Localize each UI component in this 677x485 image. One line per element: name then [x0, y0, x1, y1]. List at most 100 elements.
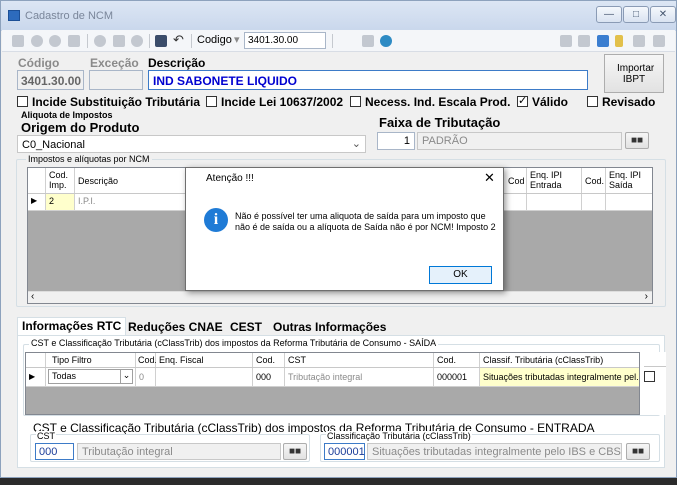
- excecao-field[interactable]: [89, 70, 143, 90]
- cell-enq-entrada[interactable]: [527, 194, 582, 210]
- origem-label: Origem do Produto: [21, 120, 140, 135]
- row-selector-icon: ▶: [28, 194, 46, 210]
- next-record-icon[interactable]: [49, 35, 61, 47]
- cell-cod-enq[interactable]: 0: [136, 368, 156, 386]
- toolbar-codigo-label: Codigo: [197, 34, 232, 46]
- tool-icon-4[interactable]: [615, 35, 623, 47]
- aliquota-title: Aliquota de Impostos: [21, 110, 113, 120]
- col-cod-imp[interactable]: Cod. Imp.: [46, 168, 75, 193]
- cell-cst[interactable]: Tributação integral: [285, 368, 434, 386]
- tab-cest[interactable]: CEST: [226, 319, 266, 336]
- faixa-number-input[interactable]: 1: [377, 132, 415, 150]
- faixa-lookup-icon[interactable]: ■■: [625, 132, 649, 149]
- col-cod-entrada[interactable]: Cod: [505, 168, 527, 193]
- new-icon[interactable]: [94, 35, 106, 47]
- col-cod-cst[interactable]: Cod.: [253, 353, 285, 367]
- valido-checkbox[interactable]: ✓: [517, 96, 528, 107]
- col-enq-ipi-entrada[interactable]: Enq. IPI Entrada: [527, 168, 582, 193]
- tool-icon-5[interactable]: [633, 35, 645, 47]
- faixa-description: PADRÃO: [417, 132, 622, 150]
- col-descricao[interactable]: Descrição: [75, 168, 188, 193]
- tool-icon-3[interactable]: [597, 35, 609, 47]
- title-bar: Cadastro de NCM — □ ✕: [1, 1, 676, 31]
- minimize-button[interactable]: —: [596, 6, 622, 23]
- col-enq-ipi-saida[interactable]: Enq. IPI Saída: [606, 168, 652, 193]
- class-code-input[interactable]: 000001: [324, 443, 365, 460]
- window-title: Cadastro de NCM: [25, 10, 114, 22]
- scroll-left-icon[interactable]: ‹: [31, 291, 34, 302]
- undo-icon[interactable]: ↶: [173, 33, 185, 47]
- descricao-label: Descrição: [148, 56, 206, 70]
- row-selector-icon: ▶: [26, 368, 46, 386]
- incide-st-label: Incide Substituição Tributária: [32, 95, 201, 109]
- ncm-window: Cadastro de NCM — □ ✕ ↶ Codigo ▾ 3401.30…: [0, 0, 677, 478]
- edit-icon[interactable]: [113, 35, 125, 47]
- incide-st-checkbox[interactable]: [17, 96, 28, 107]
- toolbar: ↶ Codigo ▾ 3401.30.00: [2, 30, 675, 52]
- ex-checkbox[interactable]: [644, 371, 655, 382]
- importar-ibpt-button[interactable]: Importar IBPT: [604, 54, 664, 93]
- incide-lei-checkbox[interactable]: [206, 96, 217, 107]
- tab-outras-informacoes[interactable]: Outras Informações: [269, 319, 390, 336]
- revisado-label: Revisado: [602, 95, 656, 109]
- cell-enq-fiscal[interactable]: [156, 368, 253, 386]
- col-cst[interactable]: CST: [285, 353, 434, 367]
- cst-code-input[interactable]: 000: [35, 443, 74, 460]
- table-row[interactable]: ▶ Todas ⌄ 0 000 Tributação integral 00000…: [26, 368, 639, 387]
- horizontal-scrollbar[interactable]: ‹ ›: [28, 291, 652, 303]
- cell-descricao[interactable]: I.P.I.: [75, 194, 188, 210]
- last-record-icon[interactable]: [68, 35, 80, 47]
- class-lookup-icon[interactable]: ■■: [626, 443, 650, 460]
- ok-button[interactable]: OK: [429, 266, 492, 284]
- delete-icon[interactable]: [131, 35, 143, 47]
- tool-icon-1[interactable]: [560, 35, 572, 47]
- cst-lookup-icon[interactable]: ■■: [283, 443, 307, 460]
- necess-escala-checkbox[interactable]: [350, 96, 361, 107]
- scroll-right-icon[interactable]: ›: [645, 291, 648, 302]
- cell-cod-entrada[interactable]: [505, 194, 527, 210]
- col-tipo-filtro[interactable]: Tipo Filtro: [46, 353, 136, 367]
- cell-cod-saida[interactable]: [582, 194, 606, 210]
- tool-icon-6[interactable]: [653, 35, 665, 47]
- cell-classif[interactable]: Situações tributadas integralmente pel..…: [480, 368, 639, 386]
- dropdown-arrow-icon: ▾: [234, 34, 240, 46]
- cell-cod-cst[interactable]: 000: [253, 368, 285, 386]
- save-icon[interactable]: [155, 35, 167, 47]
- globe-icon[interactable]: [380, 35, 392, 47]
- col-cod-class[interactable]: Cod.: [434, 353, 480, 367]
- tool-icon-2[interactable]: [578, 35, 590, 47]
- cell-cod-class[interactable]: 000001: [434, 368, 480, 386]
- descricao-field[interactable]: IND SABONETE LIQUIDO: [148, 70, 588, 90]
- tipo-filtro-value: Todas: [52, 371, 77, 381]
- codigo-field[interactable]: 3401.30.00: [17, 70, 84, 90]
- cell-enq-saida[interactable]: [606, 194, 652, 210]
- cst-description: Tributação integral: [77, 443, 281, 460]
- impostos-group-title: Impostos e alíquotas por NCM: [26, 154, 152, 164]
- revisado-checkbox[interactable]: [587, 96, 598, 107]
- cell-cod-imp[interactable]: 2: [46, 194, 75, 210]
- tab-informacoes-rtc[interactable]: Informações RTC: [17, 317, 127, 336]
- chevron-down-icon: ⌄: [120, 370, 132, 383]
- close-icon[interactable]: ✕: [650, 6, 676, 23]
- maximize-button[interactable]: □: [623, 6, 649, 23]
- dialog-title: Atenção !!!: [206, 173, 254, 184]
- excecao-label: Exceção: [90, 56, 139, 70]
- col-cod-saida[interactable]: Cod.: [582, 168, 606, 193]
- report-icon[interactable]: [362, 35, 374, 47]
- toolbar-codigo-input[interactable]: 3401.30.00: [244, 32, 326, 49]
- tipo-filtro-select[interactable]: Todas ⌄: [46, 368, 136, 386]
- origem-select[interactable]: C0_Nacional ⌄: [17, 135, 366, 153]
- col-cod-enq[interactable]: Cod.: [136, 353, 157, 367]
- entrada-group-title: CST e Classificação Tributária (cClassTr…: [33, 421, 595, 435]
- first-record-icon[interactable]: [12, 35, 24, 47]
- cst-label: CST: [36, 431, 56, 441]
- chevron-down-icon: ⌄: [351, 138, 361, 150]
- previous-record-icon[interactable]: [31, 35, 43, 47]
- dialog-close-icon[interactable]: ✕: [484, 170, 495, 186]
- col-enq-fiscal[interactable]: Enq. Fiscal: [156, 353, 253, 367]
- faixa-label: Faixa de Tributação: [379, 115, 501, 130]
- tab-reducoes-cnae[interactable]: Reduções CNAE: [124, 319, 227, 336]
- valido-label: Válido: [532, 95, 569, 109]
- necess-escala-label: Necess. Ind. Escala Prod.: [365, 95, 511, 109]
- col-classif[interactable]: Classif. Tributária (cClassTrib): [480, 353, 639, 367]
